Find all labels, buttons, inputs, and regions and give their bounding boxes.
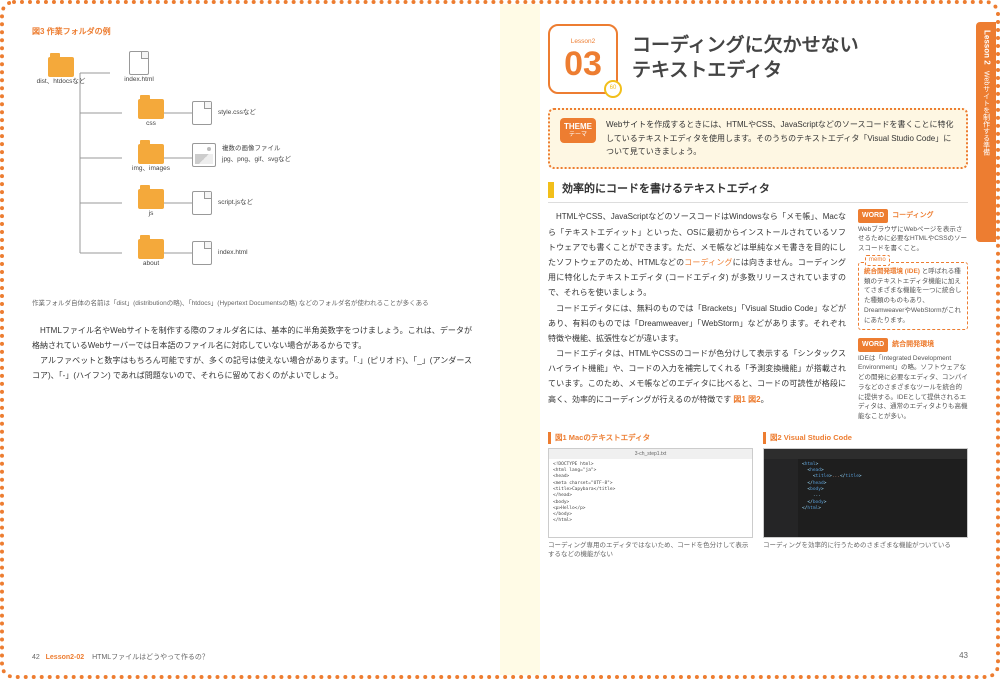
theme-tag: THEME テーマ (560, 118, 596, 143)
section-head: 効率的にコードを書けるテキストエディタ (548, 181, 968, 204)
right-pagenum: 43 (959, 650, 968, 663)
vscode-sidebar (764, 459, 798, 537)
left-pagenum: 42 (32, 654, 40, 661)
fig2-titlebar (764, 449, 967, 459)
node-imgfiles: 複数の画像ファイル jpg、png、gif、svgなど (192, 143, 291, 167)
label-index2: index.html (218, 248, 248, 258)
node-script: script.jsなど (192, 191, 253, 215)
memo-box: memo 統合開発環境 (IDE) と呼ばれる種類のテキストエディタ機能に加えて… (858, 262, 968, 331)
label-index1: index.html (124, 75, 154, 85)
left-lesson-tag: Lesson2-02 (46, 654, 85, 661)
fig1-code: <!DOCTYPE html> <html lang="ja"> <head> … (549, 459, 752, 528)
fig1-screenshot: 3-ch_step1.txt <!DOCTYPE html> <html lan… (548, 448, 753, 538)
folder-icon (138, 239, 164, 259)
fig1-label: 図1 Macのテキストエディタ (548, 432, 753, 444)
label-img: img、images (132, 164, 170, 174)
node-index1: index.html (110, 51, 168, 85)
word2-title: 統合開発環境 (892, 339, 934, 350)
folder-diagram: dist、htdocsなど index.html css style.cssなど… (32, 43, 312, 293)
memo-text: と呼ばれる種類のテキストエディタ機能に加えてさまざまな機能を一つに統合した種類の… (864, 268, 962, 324)
word-tag-1: WORD (858, 209, 888, 222)
theme-tag-sub: テーマ (564, 132, 592, 139)
fig2-screenshot: <html> <head> <title>...</title> </head>… (763, 448, 968, 538)
ref-fig1: 図1 (733, 395, 745, 404)
label-imgfiles-sub: jpg、png、gif、svgなど (222, 155, 291, 165)
word2-box: WORD 統合開発環境 IDEは「Integrated Development … (858, 338, 968, 421)
section-bar-icon (548, 182, 554, 198)
left-para1: HTMLファイル名やWebサイトを制作する際のフォルダ名には、基本的に半角英数字… (32, 323, 472, 353)
folder-icon (138, 99, 164, 119)
side-tab-title: Lesson 2 (980, 30, 993, 65)
left-para2: アルファベットと数字はもちろん可能ですが、多くの記号は使えない場合があります。「… (32, 353, 472, 383)
label-css: css (146, 119, 156, 129)
fig3-desc: 作業フォルダ自体の名前は「dist」(distributionの略)、「htdo… (32, 299, 472, 309)
fig3-label: 図3 作業フォルダの例 (32, 26, 472, 39)
page-right: Lesson2 03 60 コーディングに欠かせない テキストエディタ THEM… (500, 4, 996, 675)
right-p3: コードエディタは、HTMLやCSSのコードが色分けして表示する「シンタックスハイ… (548, 346, 846, 407)
label-about: about (143, 259, 159, 269)
node-img: img、images (122, 144, 180, 174)
word1-title: コーディング (892, 210, 934, 221)
right-main-col: HTMLやCSS、JavaScriptなどのソースコードはWindowsなら「メ… (548, 209, 846, 421)
left-pagefoot: 42 Lesson2-02 HTMLファイルはどうやって作るの？ (32, 652, 209, 663)
headline-box: Lesson2 03 60 コーディングに欠かせない テキストエディタ (548, 24, 968, 94)
left-lesson-title: HTMLファイルはどうやって作るの？ (92, 654, 209, 661)
word1-box: WORD コーディング WebブラウザにWebページを表示させるために必要なHT… (858, 209, 968, 253)
node-about: about (122, 239, 180, 269)
file-icon (129, 51, 149, 75)
ref-fig2: 図2 (748, 395, 760, 404)
page-left: 図3 作業フォルダの例 dist、htdocsなど (4, 4, 500, 675)
theme-box: THEME テーマ Webサイトを作成するときには、HTMLやCSS、JavaS… (548, 108, 968, 169)
right-side-col: WORD コーディング WebブラウザにWebページを表示させるために必要なHT… (858, 209, 968, 421)
image-icon (192, 143, 216, 167)
node-css: css (122, 99, 180, 129)
label-imgfiles-title: 複数の画像ファイル (222, 144, 291, 154)
node-root: dist、htdocsなど (32, 57, 90, 87)
folder-icon (138, 144, 164, 164)
file-icon (192, 191, 212, 215)
fig2-caption: コーディングを効率的に行うためのさまざまな機能がついている (763, 541, 968, 550)
right-p1: HTMLやCSS、JavaScriptなどのソースコードはWindowsなら「メ… (548, 209, 846, 300)
clock-badge: 60 (604, 80, 622, 98)
lesson-num: 03 (564, 47, 602, 81)
folder-icon (48, 57, 74, 77)
label-js: js (149, 209, 154, 219)
label-style: style.cssなど (218, 108, 256, 118)
word1-desc: WebブラウザにWebページを表示させるために必要なHTMLやCSSのソースコー… (858, 225, 968, 254)
headline-b: テキストエディタ (632, 59, 859, 84)
fig2-code: <html> <head> <title>...</title> </head>… (798, 459, 967, 515)
memo-highlight: 統合開発環境 (IDE) (864, 268, 922, 275)
label-root: dist、htdocsなど (37, 77, 86, 87)
fig1-box: 図1 Macのテキストエディタ 3-ch_step1.txt <!DOCTYPE… (548, 432, 753, 559)
label-script: script.jsなど (218, 198, 253, 208)
fig2-box: 図2 Visual Studio Code <html> <head> <tit… (763, 432, 968, 559)
lesson-number-badge: Lesson2 03 60 (548, 24, 618, 94)
fig2-label: 図2 Visual Studio Code (763, 432, 968, 444)
right-p1-keyword: コーディング (684, 258, 732, 267)
node-index2: index.html (192, 241, 248, 265)
section-title: 効率的にコードを書けるテキストエディタ (562, 181, 770, 199)
file-icon (192, 101, 212, 125)
word-tag-2: WORD (858, 338, 888, 351)
side-tab-text: Webサイトを制作する準備 (980, 71, 991, 155)
left-body: HTMLファイル名やWebサイトを制作する際のフォルダ名には、基本的に半角英数字… (32, 323, 472, 384)
node-style: style.cssなど (192, 101, 256, 125)
memo-label: memo (865, 255, 890, 266)
folder-icon (138, 189, 164, 209)
fig1-titlebar: 3-ch_step1.txt (549, 449, 752, 459)
theme-text: Webサイトを作成するときには、HTMLやCSS、JavaScriptなどのソー… (606, 118, 956, 159)
fig1-caption: コーディング専用のエディタではないため、コードを色分けして表示するなどの機能がな… (548, 541, 753, 559)
headline-a: コーディングに欠かせない (632, 34, 859, 59)
node-js: js (122, 189, 180, 219)
clock-min: 60 (610, 84, 617, 94)
theme-tag-label: THEME (564, 122, 592, 131)
word2-desc: IDEは「Integrated Development Environment」… (858, 354, 968, 422)
file-icon (192, 241, 212, 265)
right-p3b: 。 (761, 395, 769, 404)
right-p2: コードエディタには、無料のものでは「Brackets」「Visual Studi… (548, 301, 846, 347)
right-p3a: コードエディタは、HTMLやCSSのコードが色分けして表示する「シンタックスハイ… (548, 349, 846, 404)
side-tab: Lesson 2 Webサイトを制作する準備 (976, 22, 996, 242)
